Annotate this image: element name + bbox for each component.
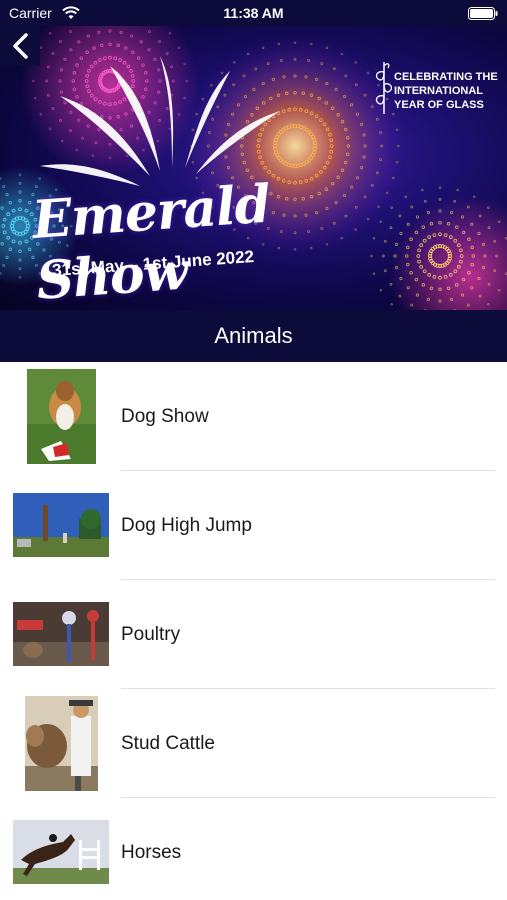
back-button[interactable] bbox=[0, 26, 40, 66]
section-header: Animals bbox=[0, 310, 507, 362]
year-of-glass-badge: CELEBRATING THE INTERNATIONAL YEAR OF GL… bbox=[370, 58, 500, 118]
list-item-label: Poultry bbox=[121, 624, 181, 645]
status-bar: Carrier 11:38 AM bbox=[0, 0, 507, 26]
list-item-label: Dog Show bbox=[121, 406, 209, 427]
dog-show-thumbnail bbox=[27, 369, 96, 464]
badge-text: CELEBRATING THE INTERNATIONAL YEAR OF GL… bbox=[394, 71, 498, 111]
horses-thumbnail bbox=[13, 820, 109, 884]
list-item-dog-high-jump[interactable]: Dog High Jump bbox=[0, 471, 507, 580]
leaf-icon bbox=[375, 62, 393, 114]
list-item-label: Stud Cattle bbox=[121, 733, 215, 754]
poultry-thumbnail bbox=[13, 602, 109, 666]
page-title: Animals bbox=[214, 323, 293, 348]
list-item-dog-show[interactable]: Dog Show bbox=[0, 362, 507, 471]
chevron-left-icon bbox=[13, 33, 28, 59]
event-banner: CELEBRATING THE INTERNATIONAL YEAR OF GL… bbox=[0, 26, 507, 310]
animal-list: Dog Show Dog High Jump Poultry Stud Catt… bbox=[0, 362, 507, 900]
battery-icon bbox=[468, 7, 498, 20]
list-item-horses[interactable]: Horses bbox=[0, 798, 507, 900]
list-item-label: Horses bbox=[121, 842, 182, 863]
clock-time: 11:38 AM bbox=[223, 5, 284, 21]
dog-high-jump-thumbnail bbox=[13, 493, 109, 557]
stud-cattle-thumbnail bbox=[25, 696, 98, 791]
list-item-stud-cattle[interactable]: Stud Cattle bbox=[0, 689, 507, 798]
list-item-label: Dog High Jump bbox=[121, 515, 252, 536]
list-item-poultry[interactable]: Poultry bbox=[0, 580, 507, 689]
